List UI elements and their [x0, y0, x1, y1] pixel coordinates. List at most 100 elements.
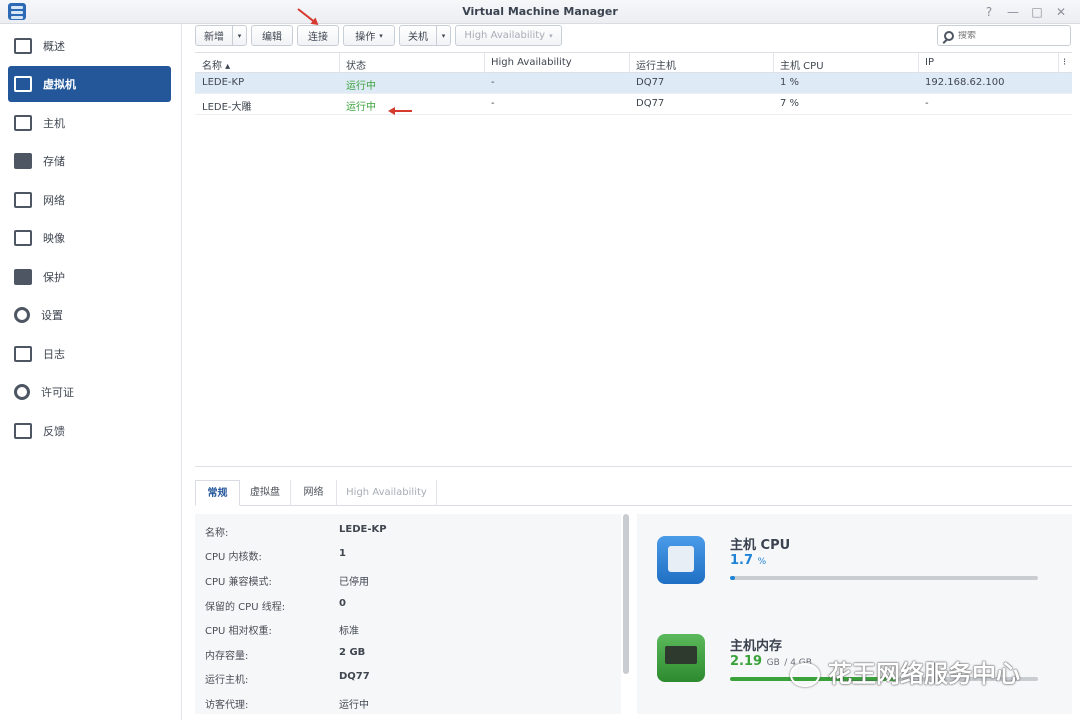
- sidebar-item-label: 反馈: [43, 425, 65, 438]
- sidebar: 概述 虚拟机 主机 存储 网络 映像 保护 设置 日志 许可证 反馈: [0, 24, 182, 720]
- vm-ip: -: [925, 98, 929, 109]
- column-options-icon[interactable]: ⁝: [1063, 57, 1066, 68]
- property-key: 运行主机:: [205, 675, 249, 686]
- protection-icon: [14, 269, 32, 285]
- maximize-icon[interactable]: □: [1027, 3, 1047, 21]
- column-divider: [629, 53, 630, 73]
- scrollbar[interactable]: [623, 514, 629, 674]
- table-row[interactable]: LEDE-KP 运行中 - DQ77 1 % 192.168.62.100: [195, 73, 1072, 94]
- sidebar-item-protection[interactable]: 保护: [8, 259, 171, 295]
- vm-status: 运行中: [346, 102, 376, 113]
- column-divider: [484, 53, 485, 73]
- create-button-label: 新增: [204, 32, 224, 43]
- action-button-label: 操作: [355, 32, 376, 43]
- vm-status: 运行中: [346, 81, 376, 92]
- connect-button[interactable]: 连接: [297, 25, 339, 46]
- vm-properties: 名称: LEDE-KP CPU 内核数: 1 CPU 兼容模式: 已停用 保留的 CP…: [195, 514, 621, 714]
- window-title: Virtual Machine Manager: [462, 5, 618, 18]
- sidebar-item-label: 映像: [43, 232, 65, 245]
- column-divider: [918, 53, 919, 73]
- table-row[interactable]: LEDE-大雕 运行中 - DQ77 7 % -: [195, 94, 1072, 115]
- vm-name: LEDE-大雕: [202, 102, 252, 113]
- sidebar-item-image[interactable]: 映像: [8, 220, 171, 256]
- chevron-down-icon: ▾: [549, 31, 553, 40]
- property-row: 保留的 CPU 线程: 0: [205, 598, 605, 614]
- toolbar: 新增 ▾ 编辑 连接 操作 ▾ 关机 ▾ High Availability ▾: [182, 24, 1080, 52]
- chevron-down-icon[interactable]: ▾: [436, 26, 450, 45]
- property-key: CPU 相对权重:: [205, 626, 272, 637]
- watermark: 花王网络服务中心: [790, 654, 1020, 689]
- chevron-down-icon[interactable]: ▾: [232, 26, 246, 45]
- sidebar-item-label: 主机: [43, 117, 65, 130]
- high-availability-button[interactable]: High Availability ▾: [455, 25, 562, 46]
- sidebar-item-label: 存储: [43, 155, 65, 168]
- property-row: 运行主机: DQ77: [205, 671, 605, 687]
- column-divider: [773, 53, 774, 73]
- shutdown-button[interactable]: 关机 ▾: [399, 25, 451, 46]
- column-header-ha[interactable]: High Availability: [491, 57, 572, 68]
- search-icon: [944, 30, 954, 41]
- feedback-icon: [14, 423, 32, 439]
- tab-general[interactable]: 常规: [195, 480, 240, 506]
- column-header-cpu[interactable]: 主机 CPU: [780, 57, 824, 72]
- tab-network[interactable]: 网络: [291, 480, 337, 506]
- property-row: CPU 兼容模式: 已停用: [205, 573, 605, 589]
- high-availability-label: High Availability: [464, 30, 546, 41]
- license-key-icon: [14, 384, 30, 400]
- column-header-host[interactable]: 运行主机: [636, 57, 676, 72]
- panel-splitter[interactable]: [195, 466, 1072, 472]
- sidebar-item-label: 日志: [43, 348, 65, 361]
- wechat-logo-icon: [790, 663, 820, 687]
- sidebar-item-host[interactable]: 主机: [8, 105, 171, 141]
- vm-table: 名称 ▴ 状态 High Availability 运行主机 主机 CPU IP…: [195, 52, 1072, 115]
- property-value: LEDE-KP: [339, 524, 387, 535]
- vm-cpu: 1 %: [780, 77, 800, 88]
- sidebar-item-overview[interactable]: 概述: [8, 28, 171, 64]
- property-value: DQ77: [339, 671, 370, 682]
- tab-virtual-disk[interactable]: 虚拟盘: [240, 480, 291, 506]
- create-button[interactable]: 新增 ▾: [195, 25, 247, 46]
- vm-host: DQ77: [636, 98, 665, 109]
- sidebar-item-license[interactable]: 许可证: [8, 374, 171, 410]
- table-header: 名称 ▴ 状态 High Availability 运行主机 主机 CPU IP…: [195, 52, 1072, 73]
- column-header-ip[interactable]: IP: [925, 57, 934, 68]
- shutdown-button-label: 关机: [408, 32, 428, 43]
- sidebar-item-feedback[interactable]: 反馈: [8, 413, 171, 449]
- property-key: 内存容量:: [205, 651, 249, 662]
- property-row: 内存容量: 2 GB: [205, 647, 605, 663]
- minimize-icon[interactable]: —: [1003, 3, 1023, 21]
- vm-ip: 192.168.62.100: [925, 77, 1005, 88]
- sidebar-item-label: 虚拟机: [43, 78, 76, 91]
- tab-high-availability[interactable]: High Availability: [337, 480, 437, 506]
- host-cpu-value: 1.7 %: [730, 553, 766, 568]
- sidebar-item-network[interactable]: 网络: [8, 182, 171, 218]
- property-key: CPU 内核数:: [205, 552, 262, 563]
- overview-icon: [14, 38, 32, 54]
- column-header-name[interactable]: 名称 ▴: [202, 57, 230, 72]
- property-value: 0: [339, 598, 346, 609]
- help-icon[interactable]: ?: [979, 3, 999, 21]
- column-header-status[interactable]: 状态: [346, 57, 366, 72]
- property-row: 名称: LEDE-KP: [205, 524, 605, 540]
- sidebar-item-storage[interactable]: 存储: [8, 143, 171, 179]
- property-row: CPU 内核数: 1: [205, 548, 605, 564]
- sidebar-item-label: 概述: [43, 40, 65, 53]
- annotation-arrow: [390, 110, 412, 112]
- host-memory-title: 主机内存: [730, 639, 783, 654]
- property-key: 访客代理:: [205, 700, 249, 711]
- close-icon[interactable]: ✕: [1051, 3, 1071, 21]
- action-menu-button[interactable]: 操作 ▾: [343, 25, 395, 46]
- search-input[interactable]: [958, 30, 1058, 41]
- edit-button[interactable]: 编辑: [251, 25, 293, 46]
- sidebar-item-log[interactable]: 日志: [8, 336, 171, 372]
- sidebar-item-settings[interactable]: 设置: [8, 297, 171, 333]
- settings-icon: [14, 307, 30, 323]
- sidebar-item-label: 保护: [43, 271, 65, 284]
- vm-host: DQ77: [636, 77, 665, 88]
- property-key: CPU 兼容模式:: [205, 577, 272, 588]
- image-icon: [14, 230, 32, 246]
- search-box[interactable]: [937, 25, 1071, 46]
- sidebar-item-virtual-machine[interactable]: 虚拟机: [8, 66, 171, 102]
- host-cpu-bar: [730, 576, 1038, 580]
- watermark-text: 花王网络服务中心: [828, 660, 1020, 688]
